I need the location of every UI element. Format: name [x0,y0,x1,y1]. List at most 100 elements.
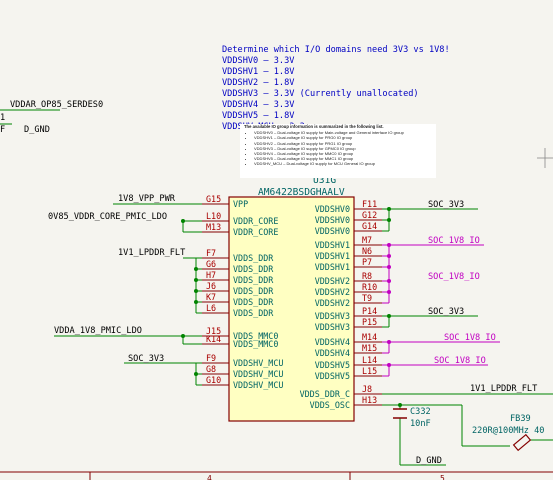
list-item: VDDSHV_MCU – Dual-voltage IO supply for … [254,161,436,166]
pin-name: VDDSHV4 [315,337,350,347]
ic-pin-g15[interactable]: G15 VPP [202,194,248,209]
net-label-ddr: 1V1_LPDDR_FLT [118,248,185,258]
note-line: VDDSHV0 – 3.3V [222,56,294,66]
net-label-shv5: SOC_1V8_IO [434,356,486,366]
capacitor-c332[interactable]: C332 10nF [393,407,431,429]
pin-number: P15 [362,317,377,327]
pin-number: F7 [206,248,216,258]
net-label-mmc0: VDDA_1V8_PMIC_LDO [54,326,142,336]
pin-name: VDDSHV5 [315,360,350,370]
border-zone-label: 5 [440,474,445,480]
pin-name: VDDSHV0 [315,226,350,236]
net-label-mcu: SOC_3V3 [128,354,164,364]
pin-number: L6 [206,303,216,313]
pin-number: J8 [362,384,372,394]
pin-name: VDDSHV2 [315,298,350,308]
pin-number: P14 [362,306,377,316]
crosshair-cursor-icon [537,148,553,168]
pin-name: VDDS_DDR_C [300,389,350,399]
capacitor-ref: C332 [410,407,431,417]
io-group-heading: The available IO group information is su… [244,124,384,129]
pin-number: L10 [206,211,221,221]
pin-name: VDDSHV4 [315,348,350,358]
net-label-core: 0V85_VDDR_CORE_PMIC_LDO [48,212,167,222]
left-junctions [181,219,198,376]
left-pins: G15 VPP L10 VDDR_CORE M13 VDDR_CORE F7 VDDS_DDR… [202,194,283,390]
pin-name: VDDS_DDR [233,308,274,318]
pin-name: VDDR_CORE [233,216,278,226]
pin-name: VDDSHV3 [315,322,350,332]
design-note: Determine which I/O domains need 3V3 vs … [222,45,450,132]
edge-number: 1 [0,113,5,123]
net-label-gnd: D_GND [416,456,442,466]
pin-number: H13 [362,395,377,405]
pin-number: K14 [206,334,221,344]
pin-name: VDDR_CORE [233,227,278,237]
ferrite-bead-ref: FB39 [510,414,531,424]
pin-number: G6 [206,259,216,269]
pin-number: M7 [362,235,372,245]
pin-name: VDDSHV2 [315,276,350,286]
pin-name: VDDSHV0 [315,204,350,214]
pin-name: VDDSHV1 [315,240,350,250]
pin-name: VDDSHV5 [315,371,350,381]
pin-name: VDDSHV_MCU [233,380,283,390]
pin-number: R8 [362,271,372,281]
pin-number: F11 [362,199,377,209]
pin-name: VDDS_MMC0 [233,339,278,349]
pin-name: VDDSHV1 [315,262,350,272]
pin-number: L14 [362,355,377,365]
net-label-shv0: SOC_3V3 [428,200,464,210]
note-line: VDDSHV5 – 1.8V [222,111,294,121]
pin-name: VPP [233,199,248,209]
edge-labels: VDDAR_OP85_SERDES0 1 F D_GND [0,100,103,135]
pin-name: VDDSHV0 [315,215,350,225]
ferrite-bead-body [512,433,532,452]
pin-name: VDDSHV2 [315,287,350,297]
net-label-shv1: SOC_1V8_IO [428,236,480,246]
pin-name: VDDS_DDR [233,264,274,274]
net-label-shv3: SOC_3V3 [428,307,464,317]
pin-number: G14 [362,221,377,231]
ic-symbol[interactable]: U31G AM6422BSDGHAALV G15 VPPL10 VDDR_COREM… [202,175,382,422]
pin-name: VDDS_DDR [233,286,274,296]
schematic-canvas: Determine which I/O domains need 3V3 vs … [0,45,553,480]
net-label-serdes: VDDAR_OP85_SERDES0 [10,100,103,110]
net-label-ddr-c: 1V1_LPDDR_FLT [470,384,537,394]
pin-number: K7 [206,292,216,302]
ferrite-bead-fb39[interactable]: FB39 220R@100MHz 40 [472,414,544,452]
pin-number: F9 [206,353,216,363]
note-line: VDDSHV2 – 1.8V [222,78,294,88]
pin-number: M14 [362,332,377,342]
pin-name: VDDSHV1 [315,251,350,261]
pin-name: VDDSHV3 [315,311,350,321]
pin-name: VDDS_DDR [233,297,274,307]
border-zone-label: 4 [207,474,212,480]
right-junctions [387,207,402,407]
note-line: VDDSHV1 – 1.8V [222,67,294,77]
note-line: VDDSHV3 – 3.3V (Currently unallocated) [222,89,419,99]
pin-name: VDDS_DDR [233,275,274,285]
io-group-list: VDDSHV0 – Dual-voltage IO supply for Mai… [240,130,436,166]
io-group-table: The available IO group information is su… [240,124,436,178]
pin-number: N6 [362,246,372,256]
gnd-label: D_GND [24,125,50,135]
pin-number: M13 [206,222,221,232]
capacitor-value: 10nF [410,419,431,429]
pin-name: VDDSHV_MCU [233,358,283,368]
pin-number: J6 [206,281,216,291]
edge-letter: F [0,125,5,135]
pin-number: G15 [206,194,221,204]
left-net-labels: 1V8_VPP_PWR 0V85_VDDR_CORE_PMIC_LDO 1V1_… [48,194,185,364]
pin-number: G10 [206,375,221,385]
pin-number: G12 [362,210,377,220]
pin-number: L15 [362,366,377,376]
net-label-shv4: SOC_1V8_IO [444,333,496,343]
pin-name: VDDS_DDR [233,253,274,263]
note-heading: Determine which I/O domains need 3V3 vs … [222,45,450,55]
net-label-shv2: SOC_1V8_IO [428,272,480,282]
sheet-border: 4 5 [0,471,553,480]
pin-number: G8 [206,364,216,374]
pin-name: VDDS_OSC [310,400,350,410]
ferrite-bead-value: 220R@100MHz 40 [472,426,544,436]
